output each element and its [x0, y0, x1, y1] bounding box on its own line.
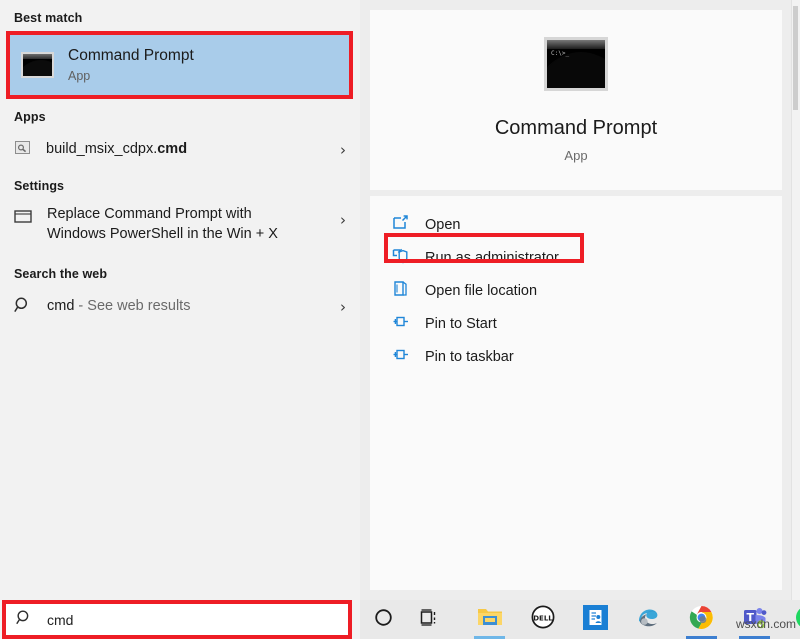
app-preview-card: C:\>_ Command Prompt App	[370, 10, 782, 190]
action-open[interactable]: Open	[370, 208, 782, 241]
section-header-apps: Apps	[14, 110, 46, 124]
result-item-label-line2: Windows PowerShell in the Win + X	[47, 225, 278, 242]
file-explorer-icon	[477, 606, 503, 633]
windows-search-results: Best match Command Prompt App Apps build…	[0, 0, 800, 639]
result-item-label-plain: build_msix_cdpx.	[46, 141, 158, 158]
action-open-file-location[interactable]: Open file location	[370, 274, 782, 307]
result-item-build-msix-cdpx[interactable]: build_msix_cdpx.cmd ›	[0, 133, 360, 167]
taskbar-search-area: cmd	[0, 600, 360, 639]
action-label: Run as administrator	[425, 249, 559, 266]
command-prompt-icon	[21, 52, 54, 78]
monitor-icon	[14, 209, 32, 229]
search-icon	[14, 296, 32, 319]
svg-text:DELL: DELL	[533, 614, 553, 622]
taskbar-item-microsoft-edge[interactable]	[625, 600, 672, 639]
open-icon	[392, 214, 409, 236]
scrollbar-thumb[interactable]	[793, 6, 798, 110]
taskbar: DELL T	[360, 600, 800, 639]
taskbar-item-task-view[interactable]	[407, 600, 454, 639]
result-item-label: Replace Command Prompt with Windows Powe…	[47, 205, 278, 244]
result-item-label: cmd - See web results	[47, 297, 190, 317]
folder-open-icon	[392, 280, 409, 302]
action-pin-to-start[interactable]: Pin to Start	[370, 307, 782, 340]
command-prompt-icon-text: C:\>_	[551, 50, 570, 57]
result-item-title: Command Prompt	[68, 46, 194, 64]
section-header-settings: Settings	[14, 179, 65, 193]
web-search-suffix: - See web results	[74, 298, 191, 315]
search-results-pane: Best match Command Prompt App Apps build…	[0, 0, 360, 600]
action-label: Pin to Start	[425, 315, 497, 332]
search-input[interactable]: cmd	[6, 604, 348, 635]
script-file-icon	[14, 139, 31, 161]
google-chrome-icon	[689, 605, 714, 635]
app-preview-title: Command Prompt	[494, 117, 658, 139]
watermark: wsxdn.com	[735, 617, 796, 631]
action-run-as-administrator[interactable]: Run as administrator	[370, 241, 782, 274]
taskbar-item-office-app[interactable]	[572, 600, 619, 639]
microsoft-edge-icon	[636, 605, 661, 635]
result-item-command-prompt[interactable]: Command Prompt App	[9, 34, 350, 96]
app-preview-subtitle: App	[564, 148, 588, 163]
taskbar-item-cortana[interactable]	[360, 600, 407, 639]
detail-pane-scrollbar[interactable]	[791, 0, 800, 600]
chevron-right-icon[interactable]: ›	[340, 142, 346, 158]
result-item-web-search-cmd[interactable]: cmd - See web results ›	[0, 290, 360, 324]
action-label: Open file location	[425, 282, 538, 299]
chevron-right-icon[interactable]: ›	[340, 213, 346, 228]
shield-run-icon	[392, 247, 409, 269]
taskbar-item-file-explorer[interactable]	[466, 600, 513, 639]
result-item-label-line1: Replace Command Prompt with	[47, 206, 252, 222]
result-item-replace-command-prompt[interactable]: Replace Command Prompt with Windows Powe…	[0, 202, 360, 250]
cortana-icon	[374, 608, 393, 632]
section-header-best-match: Best match	[14, 11, 83, 25]
task-view-icon	[420, 608, 442, 632]
action-label: Open	[425, 216, 461, 233]
web-search-query: cmd	[47, 298, 75, 315]
result-item-text: Command Prompt App	[68, 47, 194, 83]
command-prompt-icon: C:\>_	[544, 37, 608, 91]
action-pin-to-taskbar[interactable]: Pin to taskbar	[370, 340, 782, 373]
pin-icon	[392, 346, 409, 368]
section-header-search-the-web: Search the web	[14, 267, 108, 281]
dell-icon: DELL	[531, 605, 555, 634]
result-item-label: build_msix_cdpx.cmd	[46, 140, 187, 160]
action-label: Pin to taskbar	[425, 348, 514, 365]
office-app-icon	[583, 604, 608, 635]
result-item-label-bold: cmd	[157, 141, 188, 158]
result-item-subtitle: App	[68, 69, 91, 84]
taskbar-item-google-chrome[interactable]	[678, 600, 725, 639]
pin-icon	[392, 313, 409, 335]
app-detail-pane: C:\>_ Command Prompt App Open Run as adm…	[360, 0, 800, 600]
app-actions-list: Open Run as administrator Open file loca…	[370, 196, 782, 590]
search-input-value: cmd	[47, 611, 74, 628]
taskbar-item-dell[interactable]: DELL	[519, 600, 566, 639]
search-icon	[16, 609, 33, 631]
chevron-right-icon[interactable]: ›	[340, 299, 346, 315]
